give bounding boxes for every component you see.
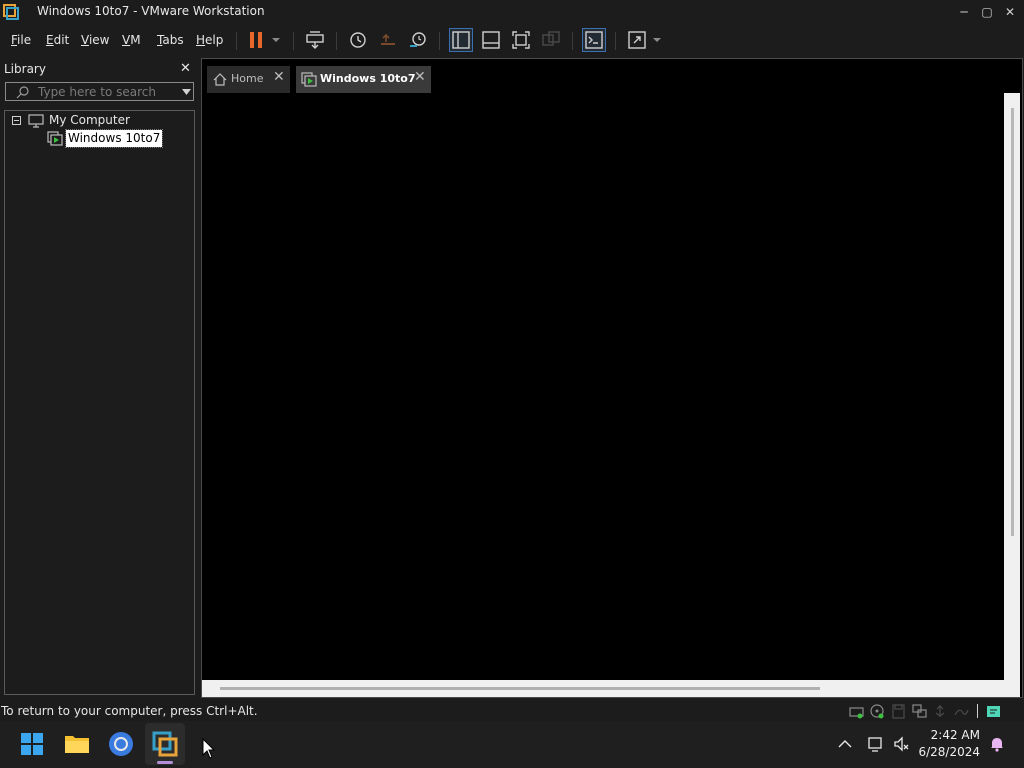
vm-console[interactable] — [201, 58, 1023, 698]
close-window-button[interactable]: ✕ — [1000, 2, 1020, 22]
tab-home-label: Home — [231, 72, 264, 85]
snapshot-take-icon[interactable] — [347, 29, 369, 51]
horizontal-scroll-thumb[interactable] — [220, 687, 820, 690]
vmware-icon[interactable] — [148, 727, 182, 761]
pause-icon[interactable] — [245, 29, 267, 51]
snapshot-manager-icon[interactable] — [407, 29, 429, 51]
hard-disk-icon[interactable] — [848, 703, 865, 720]
tab-home-close-button[interactable]: ✕ — [273, 69, 285, 85]
full-screen-icon[interactable] — [510, 29, 532, 51]
volume-muted-icon[interactable] — [893, 735, 911, 753]
tab-home[interactable]: Home ✕ — [207, 66, 290, 93]
send-ctrl-alt-del-icon[interactable] — [304, 29, 326, 51]
library-tree — [4, 110, 195, 695]
file-explorer-icon[interactable] — [60, 727, 94, 761]
library-close-button[interactable]: ✕ — [180, 61, 191, 76]
menu-tabs[interactable]: Tabs — [157, 33, 184, 47]
library-search-input[interactable] — [38, 85, 178, 99]
status-separator — [977, 704, 978, 718]
toolbar-separator — [293, 32, 294, 50]
toolbar-separator — [439, 32, 440, 50]
show-library-icon[interactable] — [449, 28, 473, 52]
vmware-logo-icon — [3, 4, 19, 20]
clock-date[interactable]: 6/28/2024 — [910, 745, 980, 759]
vertical-scroll-thumb[interactable] — [1011, 108, 1014, 536]
library-title: Library — [4, 62, 46, 76]
unity-icon[interactable] — [540, 29, 562, 51]
menu-view[interactable]: View — [81, 33, 109, 47]
console-view-icon[interactable] — [582, 28, 606, 52]
chevron-down-icon[interactable] — [182, 88, 191, 96]
window-title: Windows 10to7 - VMware Workstation — [37, 4, 265, 18]
sound-card-icon[interactable] — [953, 703, 970, 720]
message-log-icon[interactable] — [985, 703, 1002, 720]
toolbar-separator — [615, 32, 616, 50]
status-message: To return to your computer, press Ctrl+A… — [1, 704, 258, 718]
snapshot-revert-icon[interactable] — [377, 29, 399, 51]
chevron-down-icon[interactable] — [271, 36, 281, 44]
toolbar-separator — [336, 32, 337, 50]
notification-bell-icon[interactable] — [988, 735, 1006, 753]
home-icon — [213, 73, 227, 86]
usb-device-icon[interactable] — [932, 703, 949, 720]
tree-item-vm[interactable]: Windows 10to7 — [64, 129, 164, 148]
network-icon[interactable] — [867, 735, 885, 753]
menu-file[interactable]: File — [11, 33, 31, 47]
floppy-icon[interactable] — [890, 703, 907, 720]
cd-dvd-icon[interactable] — [869, 703, 886, 720]
chevron-down-icon[interactable] — [652, 36, 662, 44]
network-adapter-icon[interactable] — [911, 703, 928, 720]
computer-icon — [28, 114, 44, 128]
windows-start-icon[interactable] — [15, 727, 49, 761]
stretch-guest-icon[interactable] — [626, 29, 648, 51]
mouse-cursor-icon — [202, 738, 216, 759]
vm-icon — [47, 131, 63, 146]
library-search-box[interactable] — [5, 82, 194, 101]
running-app-indicator — [157, 761, 173, 764]
minimize-button[interactable]: ─ — [954, 2, 974, 22]
tree-collapse-toggle[interactable] — [12, 116, 21, 125]
menu-vm[interactable]: VM — [122, 33, 141, 47]
tab-vm-label: Windows 10to7 — [320, 72, 416, 85]
toolbar-separator — [236, 32, 237, 50]
chevron-up-icon[interactable] — [836, 735, 854, 753]
tree-item-my-computer[interactable]: My Computer — [49, 113, 130, 127]
chrome-icon[interactable] — [104, 727, 138, 761]
tab-vm-close-button[interactable]: ✕ — [414, 69, 426, 85]
clock-time[interactable]: 2:42 AM — [910, 728, 980, 742]
vm-icon — [301, 72, 317, 87]
toolbar-separator — [572, 32, 573, 50]
maximize-button[interactable]: ▢ — [977, 2, 997, 22]
menu-edit[interactable]: Edit — [46, 33, 69, 47]
menu-help[interactable]: Help — [196, 33, 223, 47]
thumbnail-bar-icon[interactable] — [480, 29, 502, 51]
search-icon — [16, 86, 29, 99]
tab-vm[interactable]: Windows 10to7 ✕ — [296, 66, 431, 93]
